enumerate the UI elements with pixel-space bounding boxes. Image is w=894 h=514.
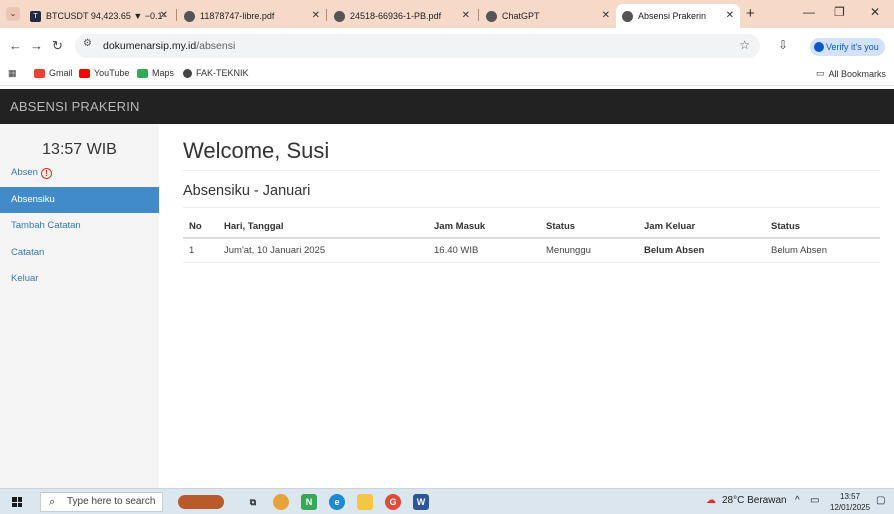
bookmark-fak-teknik[interactable]: FAK-TEKNIK (183, 68, 249, 78)
address-bar[interactable]: ⚙ dokumenarsip.my.id/absensi ☆ (75, 34, 760, 58)
search-icon: ⌕ (49, 496, 56, 508)
edge-icon[interactable]: e (329, 494, 345, 510)
tab-title: Absensi Prakerin (638, 11, 707, 21)
windows-start-icon[interactable] (12, 497, 22, 507)
column-header: Status (540, 215, 638, 239)
taskbar-search-input[interactable]: ⌕ Type here to search (40, 492, 163, 512)
profile-avatar (814, 42, 824, 52)
site-brand[interactable]: ABSENSI PRAKERIN (10, 99, 140, 114)
profile-verify-button[interactable]: Verify it's you (810, 38, 885, 56)
browser-toolbar: ← → ↻ ⚙ dokumenarsip.my.id/absensi ☆ ⇩ V… (0, 28, 894, 64)
bookmark-star-icon[interactable]: ☆ (739, 38, 750, 52)
folder-icon: ▭ (816, 68, 825, 78)
table-header-row: No Hari, Tanggal Jam Masuk Status Jam Ke… (183, 215, 880, 239)
reload-icon[interactable]: ↻ (52, 38, 63, 54)
forward-icon[interactable]: → (30, 38, 43, 53)
new-tab-button[interactable]: + (746, 5, 755, 22)
site-info-icon[interactable]: ⚙ (83, 38, 92, 49)
column-header: Status (765, 215, 880, 239)
divider (183, 207, 880, 208)
sidebar: 13:57 WIB Absen! Absensiku Tambah Catata… (0, 124, 159, 488)
minimize-icon[interactable]: — (803, 5, 815, 19)
news-widget-icon[interactable] (178, 495, 224, 509)
column-header: No (183, 215, 218, 239)
tab-pb-pdf[interactable]: 24518-66936-1-PB.pdf ✕ (328, 4, 476, 28)
bookmarks-bar: ▦ Gmail YouTube Maps FAK-TEKNIK ▭ All Boo… (0, 64, 894, 86)
back-icon[interactable]: ← (9, 38, 22, 53)
section-title: Absensiku - Januari (183, 183, 311, 199)
tab-absensi-prakerin[interactable]: Absensi Prakerin ✕ (616, 4, 740, 28)
tab-btcusdt[interactable]: T BTCUSDT 94,423.65 ▼ −0.1· ✕ (24, 4, 174, 28)
notepad-plus-icon[interactable]: N (301, 494, 317, 510)
globe-icon (183, 68, 192, 78)
attendance-table: No Hari, Tanggal Jam Masuk Status Jam Ke… (183, 215, 880, 263)
clock-display: 13:57 WIB (42, 141, 117, 158)
browser-tab-strip: ⌄ T BTCUSDT 94,423.65 ▼ −0.1· ✕ 11878747… (0, 0, 894, 28)
tab-title: 11878747-libre.pdf (200, 11, 275, 21)
taskbar: ⌕ Type here to search ⧉ N e G W ☁ 28°C B… (0, 488, 894, 514)
cell-no: 1 (183, 238, 218, 263)
file-explorer-icon[interactable] (357, 494, 373, 510)
apps-grid-icon[interactable]: ▦ (8, 68, 17, 79)
tab-title: 24518-66936-1-PB.pdf (350, 11, 442, 21)
extensions-icon[interactable]: ⇩ (778, 38, 788, 52)
tab-search-button[interactable]: ⌄ (6, 7, 20, 21)
sidebar-item-absensiku[interactable]: Absensiku (0, 187, 159, 213)
divider (183, 170, 880, 171)
tray-chevron-icon[interactable]: ^ (795, 495, 800, 506)
column-header: Hari, Tanggal (218, 215, 428, 239)
close-icon[interactable]: ✕ (462, 10, 470, 21)
cell-time-out: Belum Absen (638, 238, 765, 263)
tradingview-icon: T (30, 10, 41, 22)
battery-icon[interactable]: ▭ (810, 495, 819, 506)
column-header: Jam Keluar (638, 215, 765, 239)
tab-title: BTCUSDT 94,423.65 ▼ −0.1· (46, 11, 166, 21)
bookmark-maps[interactable]: Maps (137, 68, 174, 78)
page-title: Welcome, Susi (183, 138, 330, 163)
close-icon[interactable]: ✕ (160, 10, 168, 21)
gmail-icon (34, 68, 45, 78)
cell-status-out: Belum Absen (765, 238, 880, 263)
tab-libre-pdf[interactable]: 11878747-libre.pdf ✕ (178, 4, 326, 28)
close-icon[interactable]: ✕ (312, 10, 320, 21)
word-icon[interactable]: W (413, 494, 429, 510)
sidebar-item-absen[interactable]: Absen! (0, 160, 159, 186)
close-window-icon[interactable]: ✕ (870, 5, 880, 19)
close-icon[interactable]: ✕ (726, 10, 734, 21)
bookmark-gmail[interactable]: Gmail (34, 68, 73, 78)
cell-time-in: 16.40 WIB (428, 238, 540, 263)
notification-icon[interactable]: ▢ (876, 495, 885, 506)
google-chrome-icon[interactable]: G (385, 494, 401, 510)
all-bookmarks[interactable]: ▭ All Bookmarks (816, 68, 886, 79)
globe-icon (184, 10, 195, 22)
weather-icon: ☁ (706, 495, 716, 506)
chrome-icon[interactable] (273, 494, 289, 510)
sidebar-item-tambah-catatan[interactable]: Tambah Catatan (0, 213, 159, 239)
bookmark-youtube[interactable]: YouTube (79, 68, 129, 78)
youtube-icon (79, 68, 90, 78)
globe-icon (334, 10, 345, 22)
task-view-icon[interactable]: ⧉ (245, 494, 261, 510)
close-icon[interactable]: ✕ (602, 10, 610, 21)
chatgpt-icon (486, 10, 497, 22)
site-navbar: ABSENSI PRAKERIN (0, 89, 894, 124)
sidebar-item-catatan[interactable]: Catatan (0, 240, 159, 266)
column-header: Jam Masuk (428, 215, 540, 239)
weather-text[interactable]: 28°C Berawan (722, 495, 787, 506)
cell-status-in: Menunggu (540, 238, 638, 263)
sidebar-item-keluar[interactable]: Keluar (0, 266, 159, 292)
url-text[interactable]: dokumenarsip.my.id/absensi (103, 40, 235, 52)
tab-title: ChatGPT (502, 11, 540, 21)
cell-date: Jum'at, 10 Januari 2025 (218, 238, 428, 263)
globe-icon (622, 10, 633, 22)
tab-chatgpt[interactable]: ChatGPT ✕ (480, 4, 616, 28)
restore-icon[interactable]: ❐ (834, 5, 845, 19)
table-row: 1 Jum'at, 10 Januari 2025 16.40 WIB Menu… (183, 238, 880, 263)
alert-icon: ! (40, 168, 52, 179)
maps-icon (137, 68, 148, 78)
tray-clock[interactable]: 13:57 12/01/2025 (830, 491, 870, 513)
